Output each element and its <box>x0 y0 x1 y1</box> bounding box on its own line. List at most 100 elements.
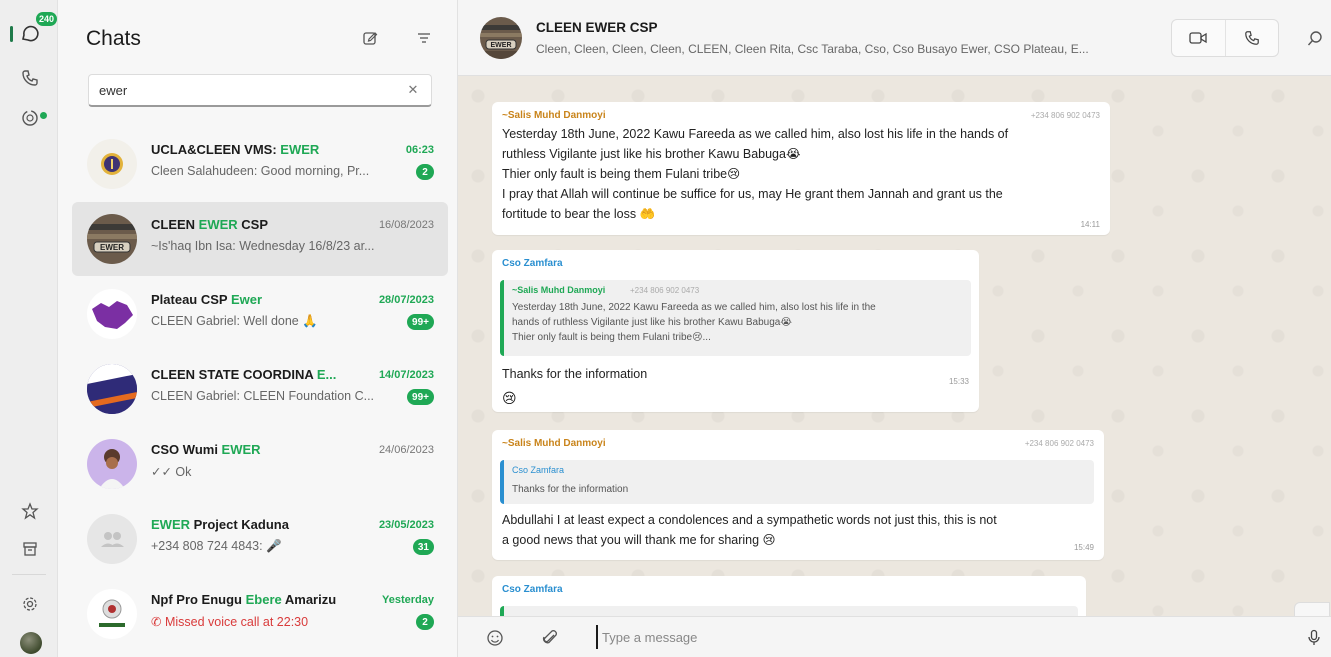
chat-date: 14/07/2023 <box>378 369 434 381</box>
message-line: fortitude to bear the loss 🤲 <box>502 207 656 221</box>
quoted-text: Yesterday 18th June, 2022 Kawu Fareeda a… <box>512 300 876 345</box>
search-match-highlight: EWER <box>198 217 238 232</box>
quoted-sender: ~Salis Muhd Danmoyi <box>512 285 606 295</box>
quoted-line: Thier only fault is being them Fulani tr… <box>512 332 711 343</box>
quoted-message[interactable] <box>500 606 1078 616</box>
chat-date: Yesterday <box>382 594 434 606</box>
search-input[interactable] <box>89 75 379 105</box>
scroll-to-bottom-button[interactable] <box>1294 602 1330 616</box>
quoted-message[interactable]: ~Salis Muhd Danmoyi +234 806 902 0473 Ye… <box>500 280 971 356</box>
message-sender: Cso Zamfara <box>502 258 563 269</box>
ucla-cleen-avatar <box>87 139 137 189</box>
filter-button[interactable] <box>412 26 436 50</box>
chats-unread-badge: 240 <box>36 12 58 26</box>
message-text: Thanks for the information <box>502 367 648 381</box>
message-time: 15:49 <box>1073 543 1094 552</box>
chat-date: 24/06/2023 <box>378 444 434 456</box>
message-input[interactable] <box>596 625 1196 649</box>
svg-text:EWER: EWER <box>491 42 512 49</box>
chat-name: Npf Pro Enugu Ebere Amarizu <box>151 592 371 607</box>
new-chat-button[interactable] <box>358 26 382 50</box>
voice-message-button[interactable] <box>1304 628 1324 648</box>
chat-list-panel: Chats ✕ UCLA&CLEEN VMS: EWER 06:23 Cleen S… <box>58 0 458 657</box>
star-icon <box>21 502 39 520</box>
rail-divider <box>12 574 46 575</box>
chat-name-text: CLEEN <box>151 217 199 232</box>
chat-preview: Cleen Salahudeen: Good morning, Pr... <box>151 164 370 178</box>
paperclip-icon <box>542 630 557 644</box>
message-bubble[interactable]: ~Salis Muhd Danmoyi +234 806 902 0473 Ye… <box>492 102 1110 235</box>
message-bubble[interactable]: Cso Zamfara <box>492 576 1086 616</box>
chat-name-text: CSP <box>237 217 269 232</box>
emoji-button[interactable] <box>485 628 505 648</box>
phone-icon <box>22 70 38 86</box>
chat-name-text: CLEEN STATE COORDINA <box>151 367 317 382</box>
message-bubble[interactable]: Cso Zamfara ~Salis Muhd Danmoyi +234 806… <box>492 250 979 412</box>
message-text: Yesterday 18th June, 2022 Kawu Fareeda a… <box>502 124 1008 224</box>
message-area[interactable]: ~Salis Muhd Danmoyi +234 806 902 0473 Ye… <box>458 76 1331 616</box>
message-line: a good news that you will thank me for s… <box>502 533 776 547</box>
active-indicator <box>10 26 13 42</box>
group-members: Cleen, Cleen, Cleen, Cleen, CLEEN, Cleen… <box>536 42 1089 56</box>
microphone-icon <box>1308 629 1320 645</box>
chat-list-item[interactable]: Plateau CSP Ewer 28/07/2023 CLEEN Gabriel:… <box>72 277 448 351</box>
search-match-highlight: E... <box>316 367 337 382</box>
starred-nav-button[interactable] <box>14 495 46 527</box>
chat-preview: ~Is'haq Ibn Isa: Wednesday 16/8/23 ar... <box>151 239 375 253</box>
cso-wumi-avatar <box>87 439 137 489</box>
status-new-dot <box>40 112 47 119</box>
attach-button[interactable] <box>540 628 560 648</box>
default-group-avatar <box>87 514 137 564</box>
message-text: Abdullahi I at least expect a condolence… <box>502 510 997 550</box>
chat-list-item[interactable]: UCLA&CLEEN VMS: EWER 06:23 Cleen Salahudee… <box>72 127 448 201</box>
quoted-sender: Cso Zamfara <box>512 465 565 475</box>
nav-rail: 240 <box>0 0 58 657</box>
video-call-button[interactable] <box>1172 20 1225 56</box>
message-line: I pray that Allah will continue be suffi… <box>502 187 1003 201</box>
chat-icon <box>22 25 39 42</box>
quoted-message[interactable]: Cso Zamfara Thanks for the information <box>500 460 1094 504</box>
message-line: ruthless Vigilante just like his brother… <box>502 147 801 161</box>
message-sender: ~Salis Muhd Danmoyi <box>502 110 606 121</box>
group-avatar[interactable]: EWER <box>480 17 522 59</box>
cleen-ewer-avatar: EWER <box>87 214 137 264</box>
clear-search-button[interactable]: ✕ <box>405 82 421 98</box>
unread-count-badge: 99+ <box>407 389 434 405</box>
call-buttons <box>1171 19 1279 57</box>
message-time: 14:11 <box>1080 220 1100 229</box>
archive-icon <box>23 542 37 556</box>
compose-icon <box>363 32 378 45</box>
quoted-phone: +234 806 902 0473 <box>630 286 700 295</box>
message-line: Yesterday 18th June, 2022 Kawu Fareeda a… <box>502 127 1009 141</box>
quoted-text: Thanks for the information <box>512 484 629 495</box>
conversation-header[interactable]: EWER CLEEN EWER CSP Cleen, Cleen, Cleen,… <box>458 0 1331 76</box>
sender-phone: +234 806 902 0473 <box>1030 111 1100 120</box>
message-time: 15:33 <box>948 377 969 386</box>
archived-nav-button[interactable] <box>14 533 46 565</box>
chat-name: UCLA&CLEEN VMS: EWER <box>151 142 371 157</box>
svg-text:EWER: EWER <box>100 243 124 252</box>
chat-list-item[interactable]: EWER Project Kaduna 23/05/2023 +234 808 72… <box>72 502 448 576</box>
search-match-highlight: EWER <box>151 517 190 532</box>
chat-list-item[interactable]: CLEEN STATE COORDINA E... 14/07/2023 CLEEN… <box>72 352 448 426</box>
settings-nav-button[interactable] <box>14 588 46 620</box>
chat-name-text: Npf Pro Enugu <box>151 592 246 607</box>
chat-list-item[interactable]: EWER CLEEN EWER CSP 16/08/2023 ~Is'haq Ibn … <box>72 202 448 276</box>
calls-nav-button[interactable] <box>14 62 46 94</box>
chat-date: 23/05/2023 <box>378 519 434 531</box>
chat-name-text: Plateau CSP <box>151 292 231 307</box>
settings-icon <box>23 597 37 611</box>
message-composer <box>458 616 1331 657</box>
chat-list-item[interactable]: Npf Pro Enugu Ebere Amarizu Yesterday ✆ Mi… <box>72 577 448 651</box>
profile-avatar[interactable] <box>20 632 42 654</box>
message-bubble[interactable]: ~Salis Muhd Danmoyi +234 806 902 0473 Cs… <box>492 430 1104 560</box>
search-messages-button[interactable] <box>1306 30 1324 48</box>
message-reaction[interactable]: 😢 <box>502 390 517 407</box>
voice-call-button[interactable] <box>1224 20 1278 56</box>
chat-name-text: Project Kaduna <box>190 517 289 532</box>
filter-icon <box>418 33 430 43</box>
video-camera-icon <box>1189 32 1208 44</box>
chat-list-item[interactable]: CSO Wumi EWER 24/06/2023 ✓✓ Ok <box>72 427 448 501</box>
search-match-highlight: EWER <box>221 442 261 457</box>
unread-count-badge: 31 <box>412 539 434 555</box>
